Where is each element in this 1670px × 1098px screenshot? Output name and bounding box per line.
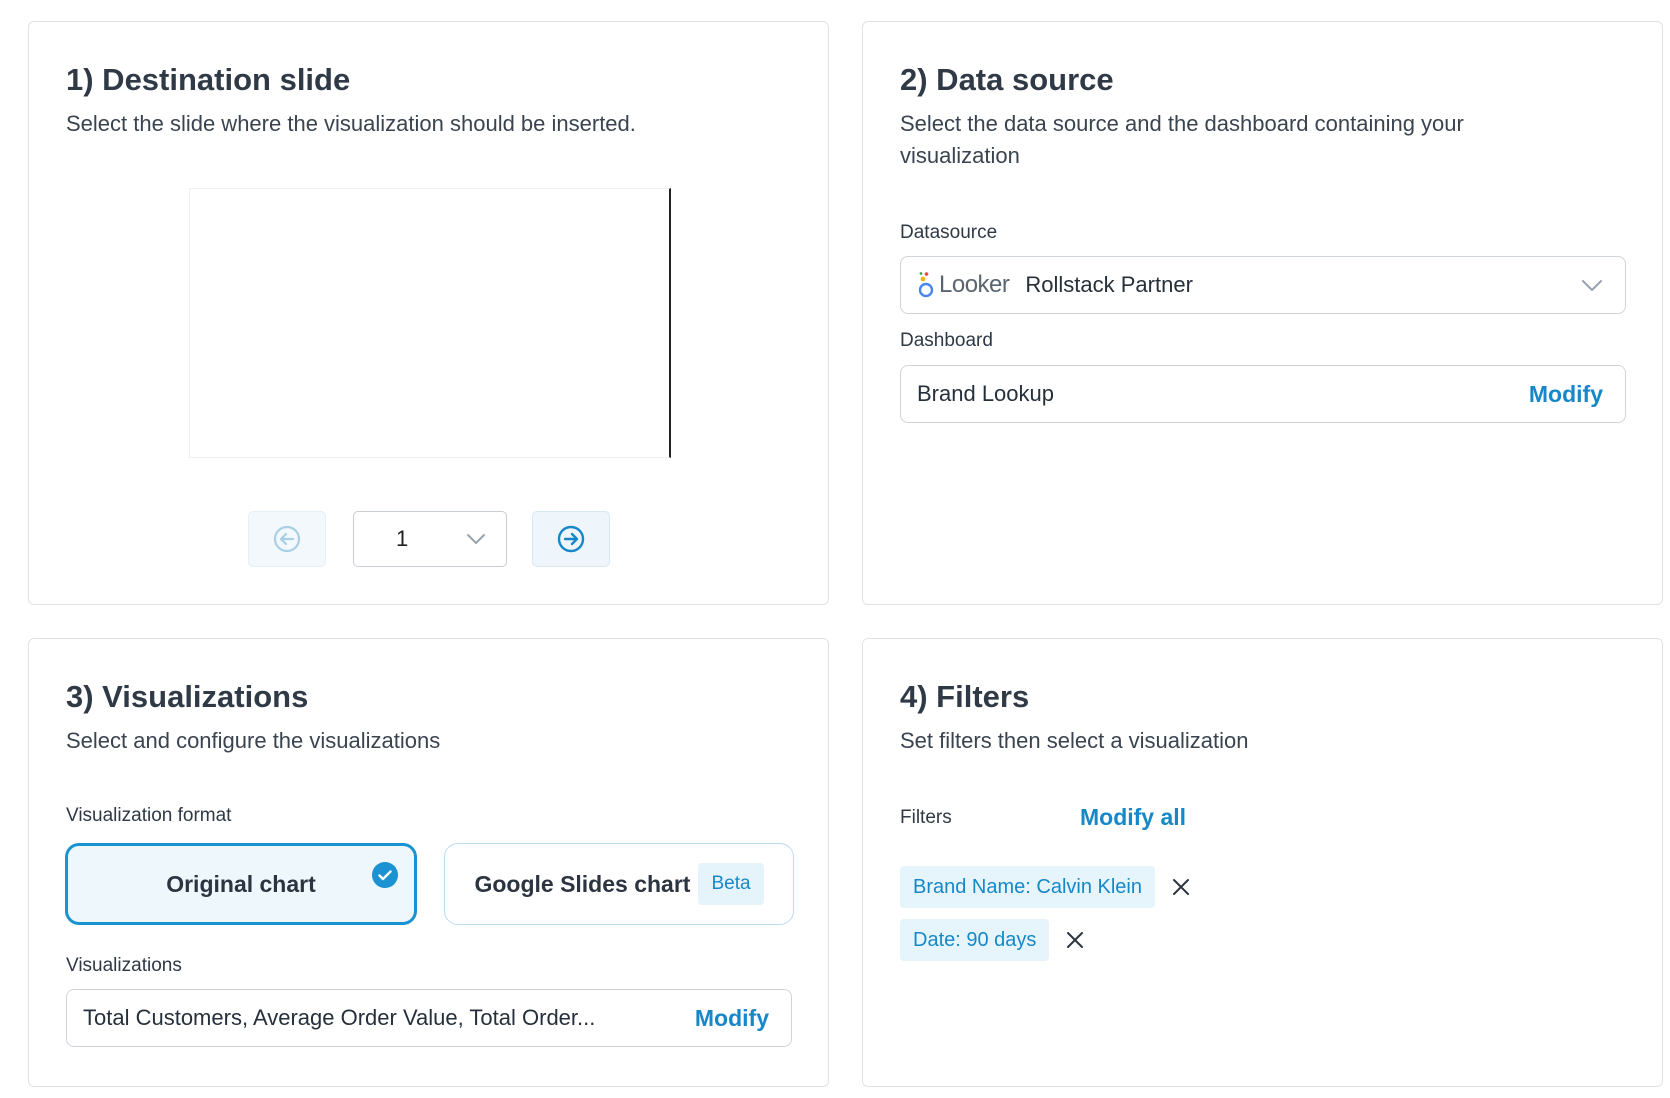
close-icon[interactable] [1170,876,1192,898]
datasource-select[interactable]: Looker Rollstack Partner [900,256,1626,314]
filters-subtitle: Set filters then select a visualization [900,728,1249,753]
visualizations-value: Total Customers, Average Order Value, To… [83,1005,596,1030]
filters-title: 4) Filters [900,679,1030,714]
dashboard-value: Brand Lookup [917,381,1054,406]
modify-dashboard-button[interactable]: Modify [1529,381,1603,408]
looker-logo-icon [918,272,934,298]
visualizations-field: Total Customers, Average Order Value, To… [66,989,792,1047]
format-google-label: Google Slides chart [474,870,691,897]
next-slide-button[interactable] [532,511,610,567]
datasource-title: 2) Data source [900,62,1114,97]
chevron-down-icon [467,534,485,544]
dashboard-field: Brand Lookup Modify [900,365,1626,423]
destination-title: 1) Destination slide [66,62,351,97]
close-icon[interactable] [1064,929,1086,951]
slide-number-value: 1 [396,526,409,551]
destination-slide-card: 1) Destination slide Select the slide wh… [28,21,829,605]
filter-chip: Date: 90 days [900,919,1050,961]
visualizations-title: 3) Visualizations [66,679,309,714]
dashboard-label: Dashboard [900,330,993,351]
previous-slide-button[interactable] [248,511,326,567]
filters-label: Filters [900,807,952,828]
modify-all-filters-button[interactable]: Modify all [1080,804,1186,831]
slide-preview [189,188,671,458]
destination-subtitle: Select the slide where the visualization… [66,111,636,136]
datasource-value: Rollstack Partner [1025,272,1193,297]
filter-chip-label: Brand Name: Calvin Klein [913,875,1142,898]
visualizations-subtitle: Select and configure the visualizations [66,728,441,753]
looker-logo-text: Looker [939,271,1010,298]
format-original-chart-option[interactable]: Original chart [65,843,417,925]
check-icon [372,862,398,888]
format-google-slides-chart-option[interactable]: Google Slides chart Beta [444,843,794,925]
filters-card: 4) Filters Set filters then select a vis… [862,638,1663,1087]
arrow-left-circle-icon [273,525,301,553]
datasource-label: Datasource [900,222,998,243]
visualizations-list-label: Visualizations [66,955,182,976]
slide-number-select[interactable]: 1 [353,511,507,567]
visualizations-card: 3) Visualizations Select and configure t… [28,638,829,1087]
arrow-right-circle-icon [557,525,585,553]
datasource-subtitle: Select the data source and the dashboard… [900,111,1464,168]
format-original-label: Original chart [166,870,316,897]
data-source-card: 2) Data source Select the data source an… [862,21,1663,605]
chevron-down-icon [1582,279,1602,291]
visualization-format-label: Visualization format [66,805,232,826]
filter-chip-label: Date: 90 days [913,928,1037,951]
modify-visualizations-button[interactable]: Modify [695,1005,769,1032]
filter-chip: Brand Name: Calvin Klein [900,866,1155,908]
beta-badge: Beta [698,863,764,905]
